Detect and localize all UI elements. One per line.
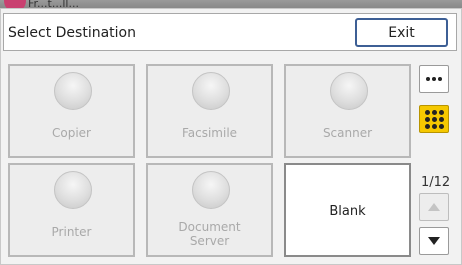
copier-button: Copier: [8, 64, 135, 158]
more-options-button[interactable]: [419, 65, 449, 93]
arrow-up-icon: [428, 203, 440, 211]
page-up-button: [419, 193, 449, 221]
facsimile-icon: [192, 72, 230, 110]
dialog-title: Select Destination: [8, 25, 136, 41]
document-server-label-line1: Document: [178, 220, 241, 234]
blank-label: Blank: [329, 204, 366, 219]
ellipsis-icon: [426, 77, 442, 81]
grid-dots-icon: [424, 109, 444, 129]
printer-icon: [54, 171, 92, 209]
document-server-icon: [192, 171, 230, 209]
scanner-icon: [330, 72, 368, 110]
copier-label: Copier: [52, 126, 91, 140]
scanner-label: Scanner: [322, 126, 373, 140]
printer-label: Printer: [51, 225, 92, 239]
document-server-button: Document Server: [146, 163, 273, 257]
select-destination-dialog: Select Destination Exit Copier Facsimile…: [0, 8, 462, 265]
arrow-down-icon: [428, 237, 440, 245]
page-indicator: 1/12: [421, 175, 451, 190]
copier-icon: [54, 72, 92, 110]
document-server-label-line2: Server: [189, 234, 230, 248]
grid-view-button[interactable]: [419, 105, 449, 133]
page-down-button[interactable]: [419, 227, 449, 255]
printer-button: Printer: [8, 163, 135, 257]
exit-button[interactable]: Exit: [355, 18, 448, 47]
dialog-header: Select Destination Exit: [3, 13, 457, 51]
facsimile-label: Facsimile: [181, 126, 238, 140]
blank-button[interactable]: Blank: [284, 163, 411, 257]
scanner-button: Scanner: [284, 64, 411, 158]
facsimile-button: Facsimile: [146, 64, 273, 158]
